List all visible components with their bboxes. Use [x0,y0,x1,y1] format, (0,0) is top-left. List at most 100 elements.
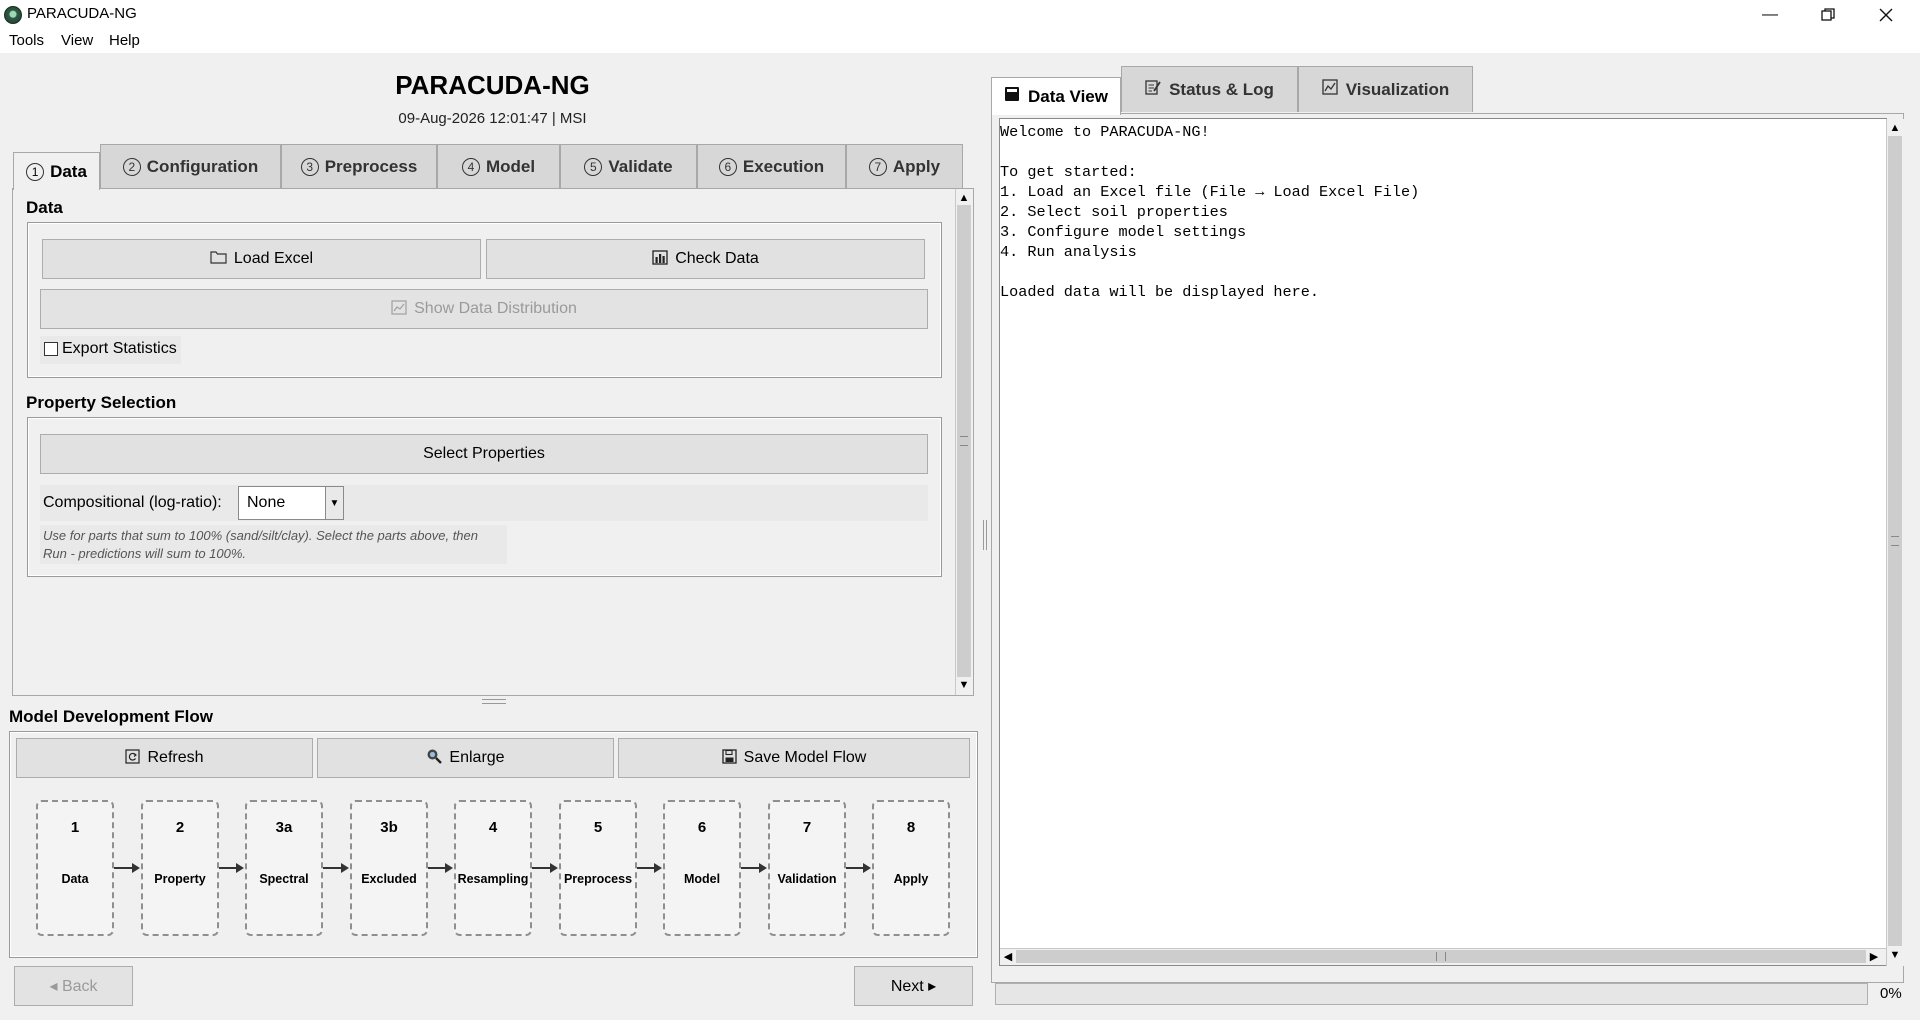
next-button[interactable]: Next ▸ [854,966,973,1006]
progress-percent: 0% [1880,985,1902,1002]
flow-step-number: 8 [906,819,916,836]
scroll-down-icon[interactable]: ▼ [1888,948,1902,962]
flow-step-data[interactable]: 1 Data [36,800,114,936]
minimize-icon[interactable]: — [1741,0,1799,29]
log-icon [1145,79,1161,100]
flow-step-label: Property [154,872,206,886]
scroll-down-icon[interactable]: ▼ [957,678,971,692]
window-title: PARACUDA-NG [27,5,137,22]
maximize-icon[interactable] [1799,0,1857,29]
folder-icon [210,250,227,268]
flow-step-number: 3b [380,819,398,836]
property-section-label: Property Selection [26,393,177,412]
flow-step-apply[interactable]: 8 Apply [872,800,950,936]
vertical-splitter-grip[interactable] [983,520,987,550]
tab-configuration[interactable]: 2 Configuration [100,144,281,188]
data-view-icon [1004,86,1020,107]
refresh-button[interactable]: Refresh [16,738,313,778]
load-excel-button[interactable]: Load Excel [42,239,481,279]
page-title: PARACUDA-NG [395,70,590,100]
tab-label: Data [50,161,87,181]
tab-number: 1 [26,162,45,181]
check-data-label: Check Data [675,250,759,267]
menu-help[interactable]: Help [109,32,140,49]
flow-step-number: 7 [802,819,812,836]
horizontal-splitter-grip[interactable] [482,699,506,704]
flow-step-validation[interactable]: 7 Validation [768,800,846,936]
enlarge-button[interactable]: Enlarge [317,738,614,778]
tab-apply[interactable]: 7 Apply [846,144,963,188]
tab-status-log[interactable]: Status & Log [1121,66,1298,112]
show-data-distribution-label: Show Data Distribution [414,300,577,317]
check-data-button[interactable]: Check Data [486,239,925,279]
select-properties-button[interactable]: Select Properties [40,434,928,474]
flow-step-property[interactable]: 2 Property [141,800,219,936]
flow-arrow-icon [741,863,767,873]
flow-step-label: Spectral [259,872,309,886]
tab-execution[interactable]: 6 Execution [697,144,846,188]
tab-visualization[interactable]: Visualization [1298,66,1473,112]
scroll-up-icon[interactable]: ▲ [957,191,971,205]
scroll-grip [960,436,968,446]
flow-step-number: 6 [697,819,707,836]
app-logo-icon [4,6,22,24]
distribution-chart-icon [391,299,407,319]
show-data-distribution-button[interactable]: Show Data Distribution [40,289,928,329]
compositional-select[interactable]: None ▼ [238,486,344,520]
progress-bar [995,983,1868,1005]
save-model-flow-label: Save Model Flow [743,749,867,766]
export-statistics-label[interactable]: Export Statistics [62,340,177,358]
back-button[interactable]: ◂ Back [14,966,133,1006]
flow-arrow-icon [428,863,453,873]
next-label: Next ▸ [890,978,937,995]
tab-data[interactable]: 1 Data [13,152,100,190]
flow-step-preprocess[interactable]: 5 Preprocess [559,800,637,936]
flow-arrow-icon [637,863,662,873]
flow-arrow-icon [846,863,871,873]
tab-label: Status & Log [1169,79,1274,99]
select-properties-label: Select Properties [423,445,545,462]
flow-step-number: 1 [70,819,80,836]
flow-step-label: Model [683,872,721,886]
scroll-up-icon[interactable]: ▲ [1888,121,1902,135]
tab-data-view[interactable]: Data View [991,77,1121,115]
tab-number: 4 [461,157,480,176]
flow-arrow-icon [219,863,244,873]
compositional-label: Compositional (log-ratio): [43,494,222,511]
flow-step-number: 5 [593,819,603,836]
flow-step-resampling[interactable]: 4 Resampling [454,800,532,936]
flow-step-excluded[interactable]: 3b Excluded [350,800,428,936]
flow-step-label: Data [61,872,89,886]
tab-preprocess[interactable]: 3 Preprocess [281,144,437,188]
enlarge-label: Enlarge [449,749,505,766]
tab-label: Execution [742,156,825,176]
save-model-flow-button[interactable]: Save Model Flow [618,738,970,778]
compositional-hint-line2: Run - predictions will sum to 100%. [43,546,247,561]
title-bar [0,0,1920,29]
tab-label: Preprocess [324,156,418,176]
tab-model[interactable]: 4 Model [437,144,560,188]
compositional-hint-line1: Use for parts that sum to 100% (sand/sil… [43,528,478,543]
tab-number: 6 [718,157,737,176]
flow-arrow-icon [114,863,140,873]
tab-number: 5 [584,157,603,176]
chevron-down-icon[interactable]: ▼ [325,487,343,519]
close-icon[interactable] [1857,0,1915,29]
menu-tools[interactable]: Tools [9,32,44,49]
menu-bar [0,29,1920,53]
scroll-left-icon[interactable]: ◀ [1002,950,1014,964]
flow-step-label: Excluded [361,872,417,886]
data-view-text: Welcome to PARACUDA-NG! To get started: … [1000,123,1420,301]
flow-step-model[interactable]: 6 Model [663,800,741,936]
tab-label: Validate [608,156,673,176]
save-icon [721,748,737,768]
tab-validate[interactable]: 5 Validate [560,144,697,188]
flow-step-spectral[interactable]: 3a Spectral [245,800,323,936]
export-statistics-checkbox[interactable] [44,342,58,356]
data-section-label: Data [26,198,63,217]
flow-section-label: Model Development Flow [9,707,214,726]
menu-view[interactable]: View [61,32,93,49]
page-subtitle: 09-Aug-2026 12:01:47 | MSI [398,110,587,127]
scroll-right-icon[interactable]: ▶ [1868,950,1880,964]
tab-label: Visualization [1345,79,1450,99]
